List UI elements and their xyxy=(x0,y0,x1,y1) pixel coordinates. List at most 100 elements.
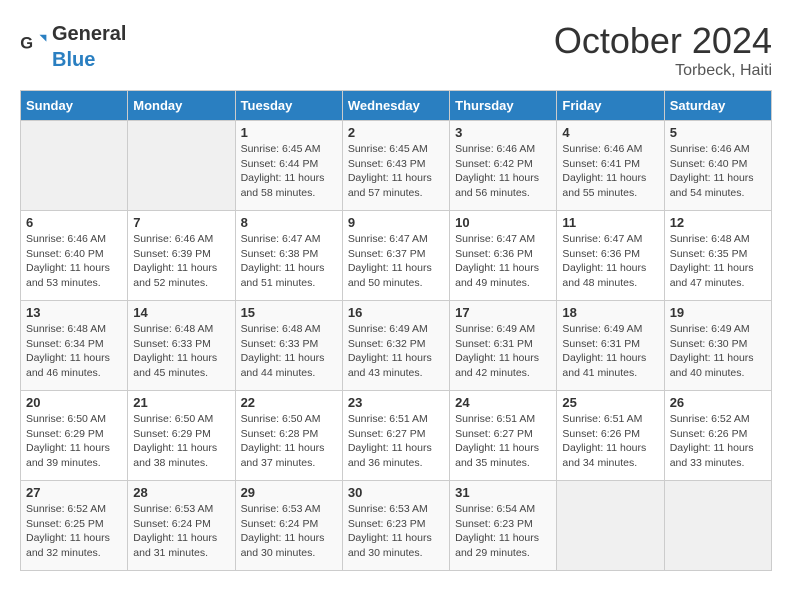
day-header-friday: Friday xyxy=(557,91,664,121)
calendar-cell xyxy=(557,481,664,571)
calendar-cell: 16Sunrise: 6:49 AM Sunset: 6:32 PM Dayli… xyxy=(342,301,449,391)
day-header-saturday: Saturday xyxy=(664,91,771,121)
day-info: Sunrise: 6:45 AM Sunset: 6:43 PM Dayligh… xyxy=(348,142,444,201)
day-header-monday: Monday xyxy=(128,91,235,121)
day-info: Sunrise: 6:49 AM Sunset: 6:30 PM Dayligh… xyxy=(670,322,766,381)
calendar-cell: 1 Sunrise: 6:45 AM Sunset: 6:44 PM Daylig… xyxy=(235,121,342,211)
day-info: Sunrise: 6:50 AM Sunset: 6:29 PM Dayligh… xyxy=(133,412,229,471)
day-number: 20 xyxy=(26,395,122,410)
day-header-sunday: Sunday xyxy=(21,91,128,121)
logo: G General Blue xyxy=(20,20,126,72)
day-header-wednesday: Wednesday xyxy=(342,91,449,121)
title-block: October 2024 Torbeck, Haiti xyxy=(554,20,772,80)
day-info: Sunrise: 6:46 AM Sunset: 6:40 PM Dayligh… xyxy=(670,142,766,201)
day-number: 19 xyxy=(670,305,766,320)
day-info: Sunrise: 6:49 AM Sunset: 6:31 PM Dayligh… xyxy=(562,322,658,381)
calendar-cell: 15 Sunrise: 6:48 AM Sunset: 6:33 PM Dayli… xyxy=(235,301,342,391)
day-info: Sunrise: 6:48 AM Sunset: 6:34 PM Dayligh… xyxy=(26,322,122,381)
calendar-cell xyxy=(128,121,235,211)
calendar-cell: 27Sunrise: 6:52 AM Sunset: 6:25 PM Dayli… xyxy=(21,481,128,571)
day-info: Sunrise: 6:47 AM Sunset: 6:36 PM Dayligh… xyxy=(562,232,658,291)
week-row-3: 13 Sunrise: 6:48 AM Sunset: 6:34 PM Dayli… xyxy=(21,301,772,391)
week-row-4: 20 Sunrise: 6:50 AM Sunset: 6:29 PM Dayli… xyxy=(21,391,772,481)
logo-general-text: General xyxy=(52,23,126,45)
day-info: Sunrise: 6:48 AM Sunset: 6:33 PM Dayligh… xyxy=(241,322,337,381)
day-number: 6 xyxy=(26,215,122,230)
calendar-cell: 20 Sunrise: 6:50 AM Sunset: 6:29 PM Dayli… xyxy=(21,391,128,481)
day-number: 4 xyxy=(562,125,658,140)
calendar-cell: 22 Sunrise: 6:50 AM Sunset: 6:28 PM Dayli… xyxy=(235,391,342,481)
location: Torbeck, Haiti xyxy=(554,62,772,80)
day-info: Sunrise: 6:51 AM Sunset: 6:27 PM Dayligh… xyxy=(455,412,551,471)
calendar-cell: 4 Sunrise: 6:46 AM Sunset: 6:41 PM Daylig… xyxy=(557,121,664,211)
day-number: 1 xyxy=(241,125,337,140)
calendar-cell: 13 Sunrise: 6:48 AM Sunset: 6:34 PM Dayli… xyxy=(21,301,128,391)
day-number: 5 xyxy=(670,125,766,140)
calendar-cell: 2 Sunrise: 6:45 AM Sunset: 6:43 PM Daylig… xyxy=(342,121,449,211)
day-number: 27 xyxy=(26,485,122,500)
week-row-5: 27Sunrise: 6:52 AM Sunset: 6:25 PM Dayli… xyxy=(21,481,772,571)
calendar-cell: 30 Sunrise: 6:53 AM Sunset: 6:23 PM Dayli… xyxy=(342,481,449,571)
day-number: 26 xyxy=(670,395,766,410)
header-row: SundayMondayTuesdayWednesdayThursdayFrid… xyxy=(21,91,772,121)
calendar-cell: 26 Sunrise: 6:52 AM Sunset: 6:26 PM Dayli… xyxy=(664,391,771,481)
day-info: Sunrise: 6:50 AM Sunset: 6:28 PM Dayligh… xyxy=(241,412,337,471)
day-info: Sunrise: 6:46 AM Sunset: 6:42 PM Dayligh… xyxy=(455,142,551,201)
svg-text:G: G xyxy=(20,35,33,53)
calendar-cell: 17 Sunrise: 6:49 AM Sunset: 6:31 PM Dayli… xyxy=(450,301,557,391)
calendar-cell: 10Sunrise: 6:47 AM Sunset: 6:36 PM Dayli… xyxy=(450,211,557,301)
day-number: 3 xyxy=(455,125,551,140)
calendar-cell: 8 Sunrise: 6:47 AM Sunset: 6:38 PM Daylig… xyxy=(235,211,342,301)
day-header-thursday: Thursday xyxy=(450,91,557,121)
day-number: 31 xyxy=(455,485,551,500)
calendar-cell: 28Sunrise: 6:53 AM Sunset: 6:24 PM Dayli… xyxy=(128,481,235,571)
day-number: 2 xyxy=(348,125,444,140)
day-info: Sunrise: 6:50 AM Sunset: 6:29 PM Dayligh… xyxy=(26,412,122,471)
calendar-cell xyxy=(21,121,128,211)
day-number: 16 xyxy=(348,305,444,320)
calendar-cell: 31Sunrise: 6:54 AM Sunset: 6:23 PM Dayli… xyxy=(450,481,557,571)
calendar-table: SundayMondayTuesdayWednesdayThursdayFrid… xyxy=(20,90,772,571)
calendar-cell: 5 Sunrise: 6:46 AM Sunset: 6:40 PM Daylig… xyxy=(664,121,771,211)
day-info: Sunrise: 6:46 AM Sunset: 6:39 PM Dayligh… xyxy=(133,232,229,291)
day-info: Sunrise: 6:51 AM Sunset: 6:26 PM Dayligh… xyxy=(562,412,658,471)
day-info: Sunrise: 6:46 AM Sunset: 6:41 PM Dayligh… xyxy=(562,142,658,201)
calendar-cell: 21Sunrise: 6:50 AM Sunset: 6:29 PM Dayli… xyxy=(128,391,235,481)
day-info: Sunrise: 6:47 AM Sunset: 6:37 PM Dayligh… xyxy=(348,232,444,291)
day-info: Sunrise: 6:46 AM Sunset: 6:40 PM Dayligh… xyxy=(26,232,122,291)
calendar-cell: 9 Sunrise: 6:47 AM Sunset: 6:37 PM Daylig… xyxy=(342,211,449,301)
logo-general: G xyxy=(20,32,48,60)
day-info: Sunrise: 6:48 AM Sunset: 6:35 PM Dayligh… xyxy=(670,232,766,291)
day-info: Sunrise: 6:47 AM Sunset: 6:36 PM Dayligh… xyxy=(455,232,551,291)
day-info: Sunrise: 6:52 AM Sunset: 6:26 PM Dayligh… xyxy=(670,412,766,471)
day-info: Sunrise: 6:49 AM Sunset: 6:31 PM Dayligh… xyxy=(455,322,551,381)
logo-blue-text: Blue xyxy=(52,49,95,71)
day-info: Sunrise: 6:51 AM Sunset: 6:27 PM Dayligh… xyxy=(348,412,444,471)
day-number: 23 xyxy=(348,395,444,410)
day-number: 7 xyxy=(133,215,229,230)
day-number: 17 xyxy=(455,305,551,320)
calendar-cell: 3 Sunrise: 6:46 AM Sunset: 6:42 PM Daylig… xyxy=(450,121,557,211)
day-number: 18 xyxy=(562,305,658,320)
day-number: 13 xyxy=(26,305,122,320)
day-info: Sunrise: 6:47 AM Sunset: 6:38 PM Dayligh… xyxy=(241,232,337,291)
calendar-cell: 19 Sunrise: 6:49 AM Sunset: 6:30 PM Dayli… xyxy=(664,301,771,391)
day-number: 14 xyxy=(133,305,229,320)
day-info: Sunrise: 6:48 AM Sunset: 6:33 PM Dayligh… xyxy=(133,322,229,381)
page-header: G General Blue October 2024 Torbeck, Hai… xyxy=(20,20,772,80)
day-number: 24 xyxy=(455,395,551,410)
day-number: 30 xyxy=(348,485,444,500)
calendar-cell: 24 Sunrise: 6:51 AM Sunset: 6:27 PM Dayli… xyxy=(450,391,557,481)
calendar-cell: 14 Sunrise: 6:48 AM Sunset: 6:33 PM Dayli… xyxy=(128,301,235,391)
day-number: 22 xyxy=(241,395,337,410)
day-number: 15 xyxy=(241,305,337,320)
day-number: 9 xyxy=(348,215,444,230)
calendar-cell: 12Sunrise: 6:48 AM Sunset: 6:35 PM Dayli… xyxy=(664,211,771,301)
day-number: 8 xyxy=(241,215,337,230)
day-header-tuesday: Tuesday xyxy=(235,91,342,121)
day-info: Sunrise: 6:53 AM Sunset: 6:23 PM Dayligh… xyxy=(348,502,444,561)
calendar-cell: 23 Sunrise: 6:51 AM Sunset: 6:27 PM Dayli… xyxy=(342,391,449,481)
day-number: 29 xyxy=(241,485,337,500)
calendar-cell: 25Sunrise: 6:51 AM Sunset: 6:26 PM Dayli… xyxy=(557,391,664,481)
day-info: Sunrise: 6:45 AM Sunset: 6:44 PM Dayligh… xyxy=(241,142,337,201)
